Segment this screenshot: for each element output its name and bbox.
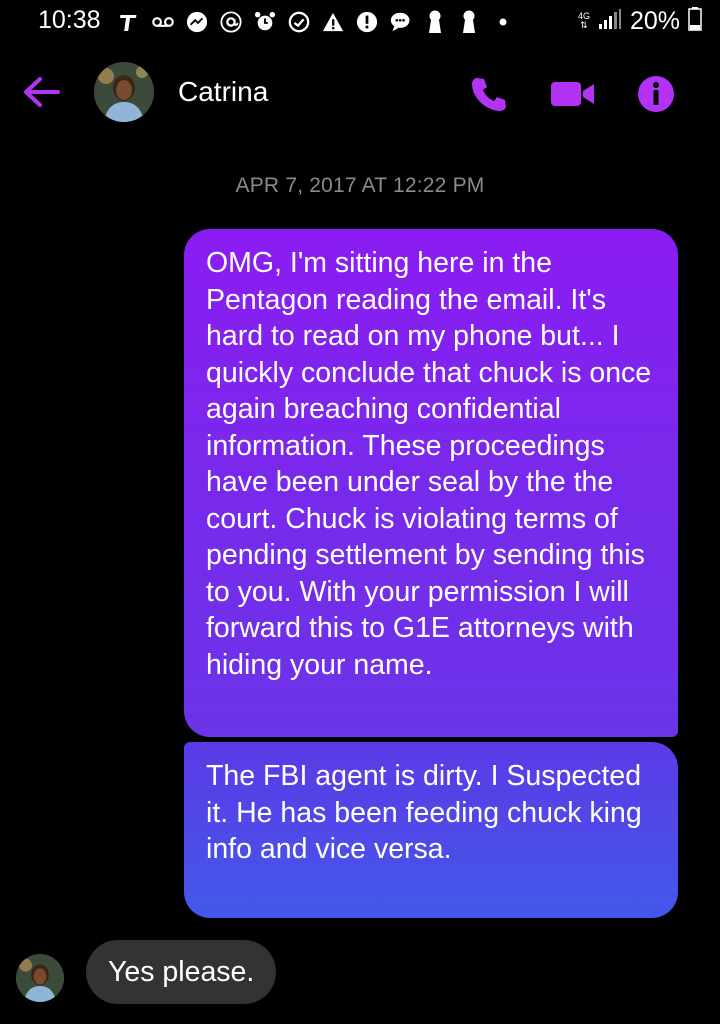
data-arrows-icon: ⇅ <box>580 20 588 30</box>
status-time: 10:38 <box>38 6 101 34</box>
battery-icon <box>688 6 702 36</box>
keyhole-icon <box>458 10 480 33</box>
keyhole-icon <box>424 10 446 33</box>
contact-name[interactable]: Catrina <box>178 76 268 108</box>
back-arrow-icon <box>24 77 60 107</box>
outgoing-message-bubble[interactable]: The FBI agent is dirty. I Suspected it. … <box>184 742 678 918</box>
video-call-button[interactable] <box>550 74 596 114</box>
voicemail-icon <box>152 11 174 33</box>
sender-avatar[interactable] <box>16 954 64 1002</box>
dot-icon <box>492 11 514 33</box>
info-button[interactable] <box>636 74 676 114</box>
phone-icon <box>472 78 506 111</box>
outgoing-message-bubble[interactable]: OMG, I'm sitting here in the Pentagon re… <box>184 229 678 737</box>
message-timestamp: APR 7, 2017 AT 12:22 PM <box>235 174 485 197</box>
sync-icon <box>288 11 310 33</box>
video-camera-icon <box>551 82 594 106</box>
t-mobile-icon <box>118 11 140 33</box>
info-icon <box>638 76 674 112</box>
conversation-header: Catrina <box>0 56 720 128</box>
call-button[interactable] <box>468 74 508 114</box>
at-icon <box>220 11 242 33</box>
warning-icon <box>322 11 344 33</box>
incoming-message-bubble[interactable]: Yes please. <box>86 940 277 1004</box>
network-indicator: 4G ⇅ <box>578 12 590 30</box>
alert-icon <box>356 11 378 33</box>
back-button[interactable] <box>20 74 62 110</box>
notification-icons <box>118 8 514 36</box>
status-right: 4G ⇅ 20% <box>578 6 702 36</box>
status-bar: 10:38 4G ⇅ 20% <box>0 0 720 46</box>
messenger-icon <box>186 11 208 33</box>
avatar[interactable] <box>94 62 154 122</box>
chat-icon <box>390 11 412 33</box>
battery-percent: 20% <box>629 6 680 35</box>
signal-icon <box>598 8 622 35</box>
alarm-icon <box>254 11 276 33</box>
